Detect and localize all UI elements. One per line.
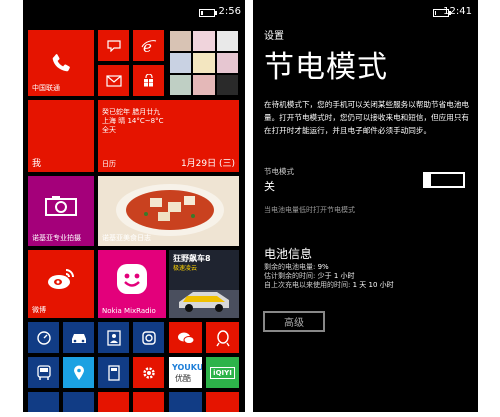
mail-icon bbox=[98, 65, 129, 96]
advanced-button[interactable]: 高级 bbox=[263, 311, 325, 332]
start-screen: 2:56 中国联通 e 我 癸已蛇年 腊月廿九 上海 晴 14°C~8°C 全天… bbox=[23, 0, 245, 412]
clock-tile[interactable] bbox=[28, 322, 59, 353]
me-tile-label: 我 bbox=[32, 159, 42, 169]
battery-icon bbox=[199, 9, 217, 17]
since-charge-value: 1 天 10 小时 bbox=[352, 281, 394, 289]
battery-saver-screen: 12:41 设置 节电模式 在待机模式下，您的手机可以关闭某些服务以帮助节省电池… bbox=[253, 0, 478, 412]
phone-tile[interactable]: 中国联通 bbox=[28, 30, 94, 96]
store-tile[interactable] bbox=[133, 65, 164, 96]
partial-tile-3[interactable] bbox=[98, 392, 129, 412]
camera-icon bbox=[28, 176, 94, 236]
settings-header: 设置 bbox=[264, 31, 284, 42]
toggle-knob bbox=[423, 172, 431, 188]
photos-tile[interactable] bbox=[169, 30, 239, 96]
store-icon bbox=[133, 65, 164, 96]
instagram-icon bbox=[133, 322, 164, 353]
since-charge-label: 自上次充电以来使用的时间: bbox=[264, 281, 351, 289]
clock-icon bbox=[28, 322, 59, 353]
partial-tile-6[interactable] bbox=[206, 392, 239, 412]
calculator-icon bbox=[98, 357, 129, 388]
settings-tile[interactable] bbox=[133, 357, 164, 388]
weibo-tile-label: 微博 bbox=[32, 306, 46, 314]
status-time: 12:41 bbox=[443, 6, 472, 17]
estimate-label: 估计剩余的时间: bbox=[264, 272, 316, 280]
maps-tile[interactable] bbox=[63, 357, 94, 388]
status-bar: 12:41 bbox=[253, 0, 478, 22]
iqiyi-tile[interactable]: iQIYI bbox=[206, 357, 239, 388]
partial-tile-2[interactable] bbox=[63, 392, 94, 412]
game-subtitle: 极速凌云 bbox=[173, 265, 198, 272]
qq-tile[interactable] bbox=[206, 322, 239, 353]
status-time: 2:56 bbox=[218, 6, 241, 17]
partial-tile-1[interactable] bbox=[28, 392, 59, 412]
chat-icon bbox=[169, 322, 202, 353]
camera-tile-label: 诺基亚专业拍摄 bbox=[32, 234, 81, 242]
map-pin-icon bbox=[63, 357, 94, 388]
since-charge-row: 自上次充电以来使用的时间: 1 天 10 小时 bbox=[264, 280, 394, 290]
bus-icon bbox=[28, 357, 59, 388]
instagram-tile[interactable] bbox=[133, 322, 164, 353]
chat-tile[interactable] bbox=[169, 322, 202, 353]
battery-saver-toggle[interactable] bbox=[423, 172, 465, 188]
youku-logo-text: YOUKU bbox=[172, 363, 202, 372]
contacts-tile[interactable] bbox=[98, 322, 129, 353]
remaining-label: 剩余的电池电量: bbox=[264, 263, 316, 271]
mixradio-tile[interactable]: Nokia MixRadio bbox=[98, 250, 166, 318]
mode-label: 节电模式 bbox=[264, 167, 294, 176]
iqiyi-logo-text: iQIYI bbox=[210, 366, 235, 379]
low-battery-hint: 当电池电量低时打开节电模式 bbox=[264, 206, 355, 214]
youku-chinese-text: 优酷 bbox=[175, 374, 191, 383]
weibo-tile[interactable]: 微博 bbox=[28, 250, 94, 318]
calendar-event-line3: 全天 bbox=[102, 126, 116, 134]
estimate-value: 少于 1 小时 bbox=[317, 272, 355, 280]
food-journal-tile[interactable]: 诺基亚美食日志 bbox=[98, 176, 239, 246]
mode-value: 关 bbox=[264, 180, 275, 193]
partial-tile-5[interactable] bbox=[169, 392, 202, 412]
description-text: 在待机模式下，您的手机可以关闭某些服务以帮助节省电池电量。打开节电模式时，您仍可… bbox=[264, 100, 470, 135]
mixradio-tile-label: Nokia MixRadio bbox=[102, 307, 156, 315]
photo-collage bbox=[169, 30, 239, 96]
me-tile[interactable]: 我 bbox=[28, 100, 94, 172]
page-title: 节电模式 bbox=[264, 50, 388, 85]
internet-explorer-tile[interactable]: e bbox=[133, 30, 164, 61]
internet-explorer-icon: e bbox=[133, 30, 164, 61]
messaging-icon bbox=[98, 30, 129, 61]
calculator-tile[interactable] bbox=[98, 357, 129, 388]
qq-icon bbox=[206, 322, 239, 353]
mail-tile[interactable] bbox=[98, 65, 129, 96]
remaining-value: 9% bbox=[317, 263, 329, 271]
status-bar: 2:56 bbox=[23, 0, 245, 22]
car-icon bbox=[63, 322, 94, 353]
weibo-icon bbox=[28, 250, 94, 308]
messaging-tile[interactable] bbox=[98, 30, 129, 61]
calendar-date: 1月29日 (三) bbox=[180, 159, 235, 169]
drive-tile[interactable] bbox=[63, 322, 94, 353]
asphalt8-tile[interactable]: 狂野飙车8 极速凌云 bbox=[169, 250, 239, 318]
svg-text:e: e bbox=[143, 38, 152, 54]
mixradio-icon bbox=[98, 250, 166, 308]
bus-tile[interactable] bbox=[28, 357, 59, 388]
calendar-tile[interactable]: 癸已蛇年 腊月廿九 上海 晴 14°C~8°C 全天 日历 1月29日 (三) bbox=[98, 100, 239, 172]
youku-tile[interactable]: YOUKU 优酷 bbox=[169, 357, 202, 388]
gear-icon bbox=[133, 357, 164, 388]
phone-tile-label: 中国联通 bbox=[32, 84, 60, 92]
contacts-icon bbox=[98, 322, 129, 353]
nokia-camera-tile[interactable]: 诺基亚专业拍摄 bbox=[28, 176, 94, 246]
food-tile-label: 诺基亚美食日志 bbox=[102, 234, 151, 242]
battery-info-heading: 电池信息 bbox=[264, 247, 313, 261]
calendar-tile-label: 日历 bbox=[102, 160, 116, 168]
partial-tile-4[interactable] bbox=[133, 392, 164, 412]
